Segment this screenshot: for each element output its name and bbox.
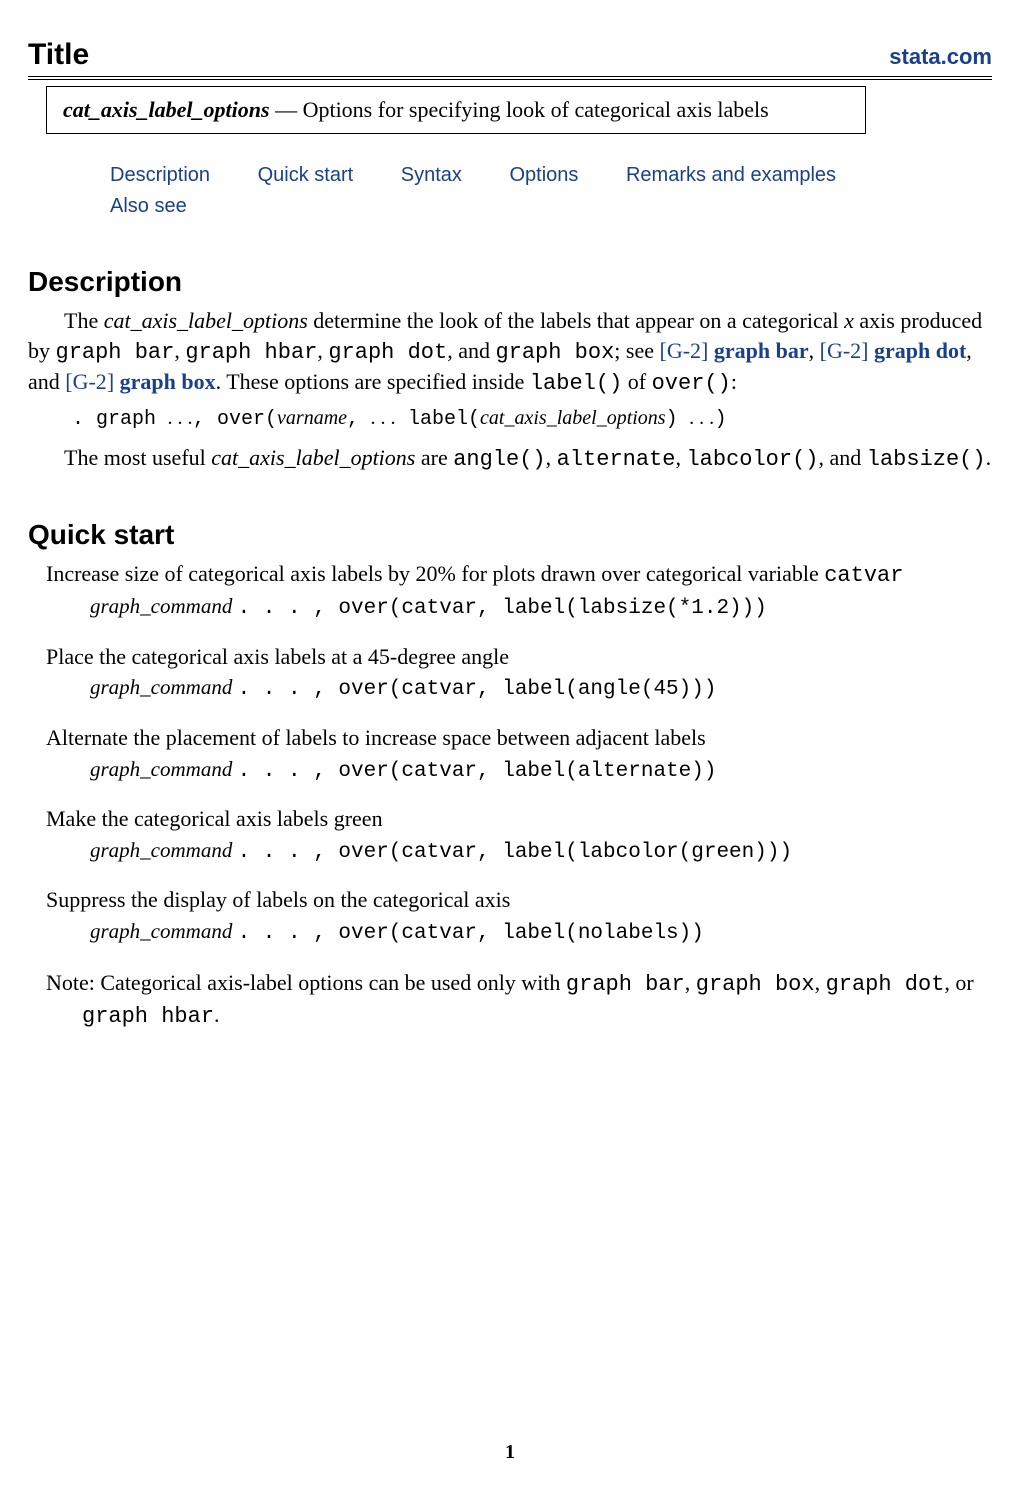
cmd-graph-hbar: graph hbar xyxy=(185,340,317,365)
section-heading-quick-start: Quick start xyxy=(28,519,992,551)
nav-syntax[interactable]: Syntax xyxy=(401,160,462,191)
page: Title stata.com cat_axis_label_options —… xyxy=(0,0,1020,1492)
varname: varname xyxy=(277,407,347,429)
entry-box: cat_axis_label_options — Options for spe… xyxy=(46,86,866,134)
qs-item-1: Increase size of categorical axis labels… xyxy=(46,559,992,624)
page-number: 1 xyxy=(0,1441,1020,1464)
qs-code-4: graph_command . . . , over(catvar, label… xyxy=(90,836,992,867)
nav-quick-start[interactable]: Quick start xyxy=(258,160,354,191)
link-graph-dot[interactable]: graph dot xyxy=(874,338,966,363)
cmd-graph-box-2: graph box xyxy=(696,972,815,997)
nav-description[interactable]: Description xyxy=(110,160,210,191)
fn-angle: angle() xyxy=(453,447,545,472)
qs-code-2: graph_command . . . , over(catvar, label… xyxy=(90,673,992,704)
math-x: x xyxy=(844,308,854,333)
var-catvar: catvar xyxy=(824,563,903,588)
opts: cat_axis_label_options xyxy=(480,407,666,429)
syntax-code: . graph . . ., over(varname, . . . label… xyxy=(72,405,992,433)
description-body: The cat_axis_label_options determine the… xyxy=(28,306,992,475)
cmd-graph-bar: graph bar xyxy=(56,340,175,365)
cmd-graph-box: graph box xyxy=(495,340,614,365)
cmd-graph-hbar-2: graph hbar xyxy=(82,1004,214,1029)
cmd-graph-bar-2: graph bar xyxy=(566,972,685,997)
description-para-1: The cat_axis_label_options determine the… xyxy=(28,306,992,399)
section-heading-description: Description xyxy=(28,266,992,298)
header-row: Title stata.com xyxy=(28,38,992,72)
link-graph-bar[interactable]: graph bar xyxy=(714,338,809,363)
fn-labsize: labsize() xyxy=(867,447,986,472)
fn-label: label() xyxy=(530,371,622,396)
site-link[interactable]: stata.com xyxy=(889,44,992,70)
description-para-2: The most useful cat_axis_label_options a… xyxy=(28,443,992,475)
fn-over: over() xyxy=(652,371,731,396)
term-2: cat_axis_label_options xyxy=(211,445,415,470)
quick-start-note: Note: Categorical axis-label options can… xyxy=(46,968,992,1031)
entry-name: cat_axis_label_options xyxy=(63,97,270,122)
toc-nav: Description Quick start Syntax Options R… xyxy=(110,160,992,222)
qs-item-4: Make the categorical axis labels green g… xyxy=(46,804,992,867)
manual-ref-3[interactable]: [G-2] xyxy=(65,369,119,394)
term: cat_axis_label_options xyxy=(104,308,308,333)
fn-alternate: alternate xyxy=(557,447,676,472)
manual-ref-1[interactable]: [G-2] xyxy=(659,338,713,363)
qs-code-3: graph_command . . . , over(catvar, label… xyxy=(90,755,992,786)
page-title: Title xyxy=(28,38,89,72)
nav-also-see[interactable]: Also see xyxy=(110,191,187,222)
link-graph-box[interactable]: graph box xyxy=(120,369,216,394)
qs-item-2: Place the categorical axis labels at a 4… xyxy=(46,642,992,705)
nav-remarks[interactable]: Remarks and examples xyxy=(626,160,836,191)
cmd-graph-dot: graph dot xyxy=(328,340,447,365)
manual-ref-2[interactable]: [G-2] xyxy=(820,338,874,363)
entry-desc: Options for specifying look of categoric… xyxy=(303,97,769,122)
fn-labcolor: labcolor() xyxy=(686,447,818,472)
rule-top-2 xyxy=(28,79,992,80)
qs-code-5: graph_command . . . , over(catvar, label… xyxy=(90,917,992,948)
rule-top xyxy=(28,76,992,77)
qs-item-3: Alternate the placement of labels to inc… xyxy=(46,723,992,786)
qs-item-5: Suppress the display of labels on the ca… xyxy=(46,885,992,948)
qs-code-1: graph_command . . . , over(catvar, label… xyxy=(90,592,992,623)
cmd-graph-dot-2: graph dot xyxy=(826,972,945,997)
nav-options[interactable]: Options xyxy=(509,160,578,191)
entry-dash: — xyxy=(270,97,303,122)
